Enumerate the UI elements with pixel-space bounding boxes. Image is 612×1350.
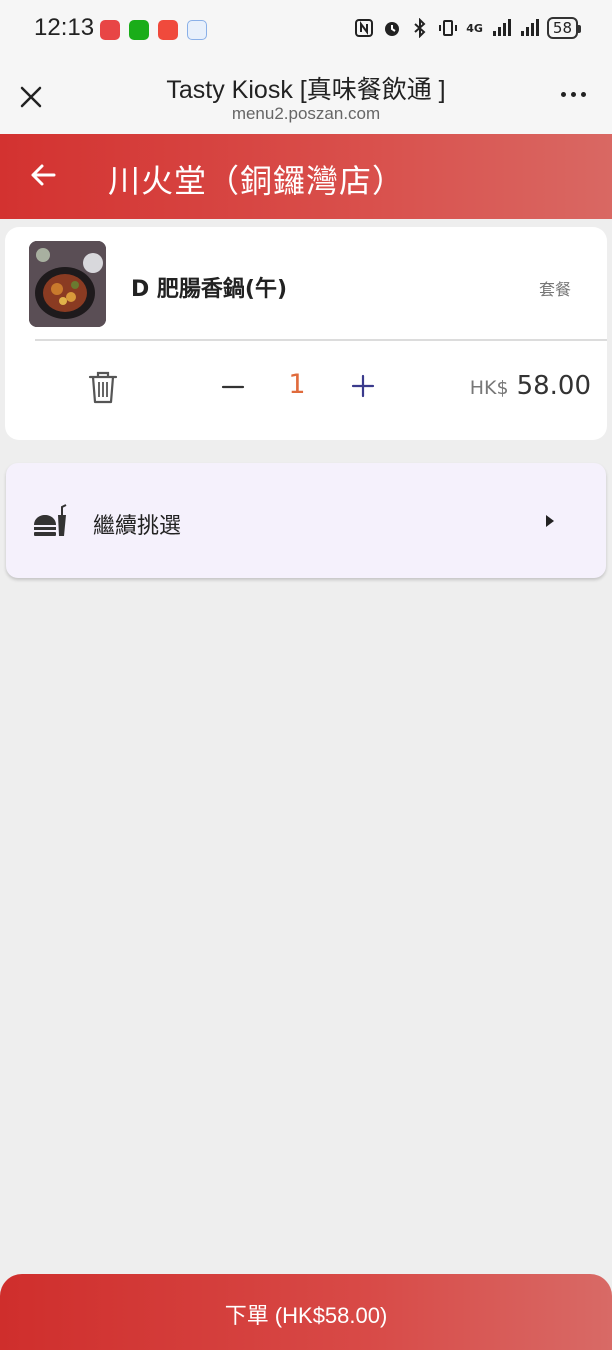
back-arrow-icon[interactable]: [28, 160, 58, 190]
bluetooth-icon: [414, 18, 426, 38]
wechat-icon: [129, 20, 149, 40]
more-options-icon[interactable]: [561, 92, 586, 97]
app-notification-icon: [158, 20, 178, 40]
item-tag: 套餐: [538, 280, 571, 299]
signal-icon: [492, 19, 511, 36]
app-notification-icon: [100, 20, 120, 40]
continue-label: 繼續挑選: [93, 514, 182, 539]
browser-bar: Tasty Kiosk [真味餐飲通 ] menu2.poszan.com: [0, 58, 612, 134]
divider: [35, 339, 607, 341]
decrease-quantity-button[interactable]: [221, 372, 245, 402]
page-url: menu2.poszan.com: [231, 104, 381, 123]
order-button-label: 下單 (HK$58.00): [224, 1303, 388, 1328]
nfc-icon: [355, 19, 374, 37]
status-bar: 12:13 4G 58: [0, 0, 612, 58]
cart-item-card: D 肥腸香鍋(午) 套餐 1 HK$ 58.00: [5, 227, 607, 440]
item-thumbnail: [29, 241, 106, 327]
alarm-icon: [385, 22, 400, 36]
item-price: HK$ 58.00: [470, 371, 591, 401]
quantity-value: 1: [288, 369, 306, 400]
trash-icon[interactable]: [87, 369, 119, 405]
item-name: D 肥腸香鍋(午): [131, 277, 288, 302]
notification-icons: [100, 20, 207, 40]
network-label: 4G: [466, 21, 483, 35]
price-value: 58.00: [516, 371, 591, 401]
food-icon: [34, 504, 67, 536]
calendar-icon: [187, 20, 207, 40]
page-title: Tasty Kiosk [真味餐飲通 ]: [166, 76, 446, 104]
app-header: 川火堂（銅鑼灣店）: [0, 134, 612, 219]
status-time: 12:13: [34, 14, 95, 41]
place-order-button[interactable]: 下單 (HK$58.00): [0, 1274, 612, 1350]
battery-indicator: 58: [546, 17, 582, 39]
price-currency: HK$: [469, 377, 509, 399]
signal-icon: [520, 19, 539, 36]
vibrate-icon: [439, 20, 458, 36]
continue-shopping-button[interactable]: 繼續挑選: [6, 463, 606, 578]
increase-quantity-button[interactable]: [351, 374, 375, 398]
status-indicators: 4G 58: [354, 17, 582, 39]
chevron-right-icon: [546, 515, 554, 527]
store-title: 川火堂（銅鑼灣店）: [108, 162, 406, 200]
